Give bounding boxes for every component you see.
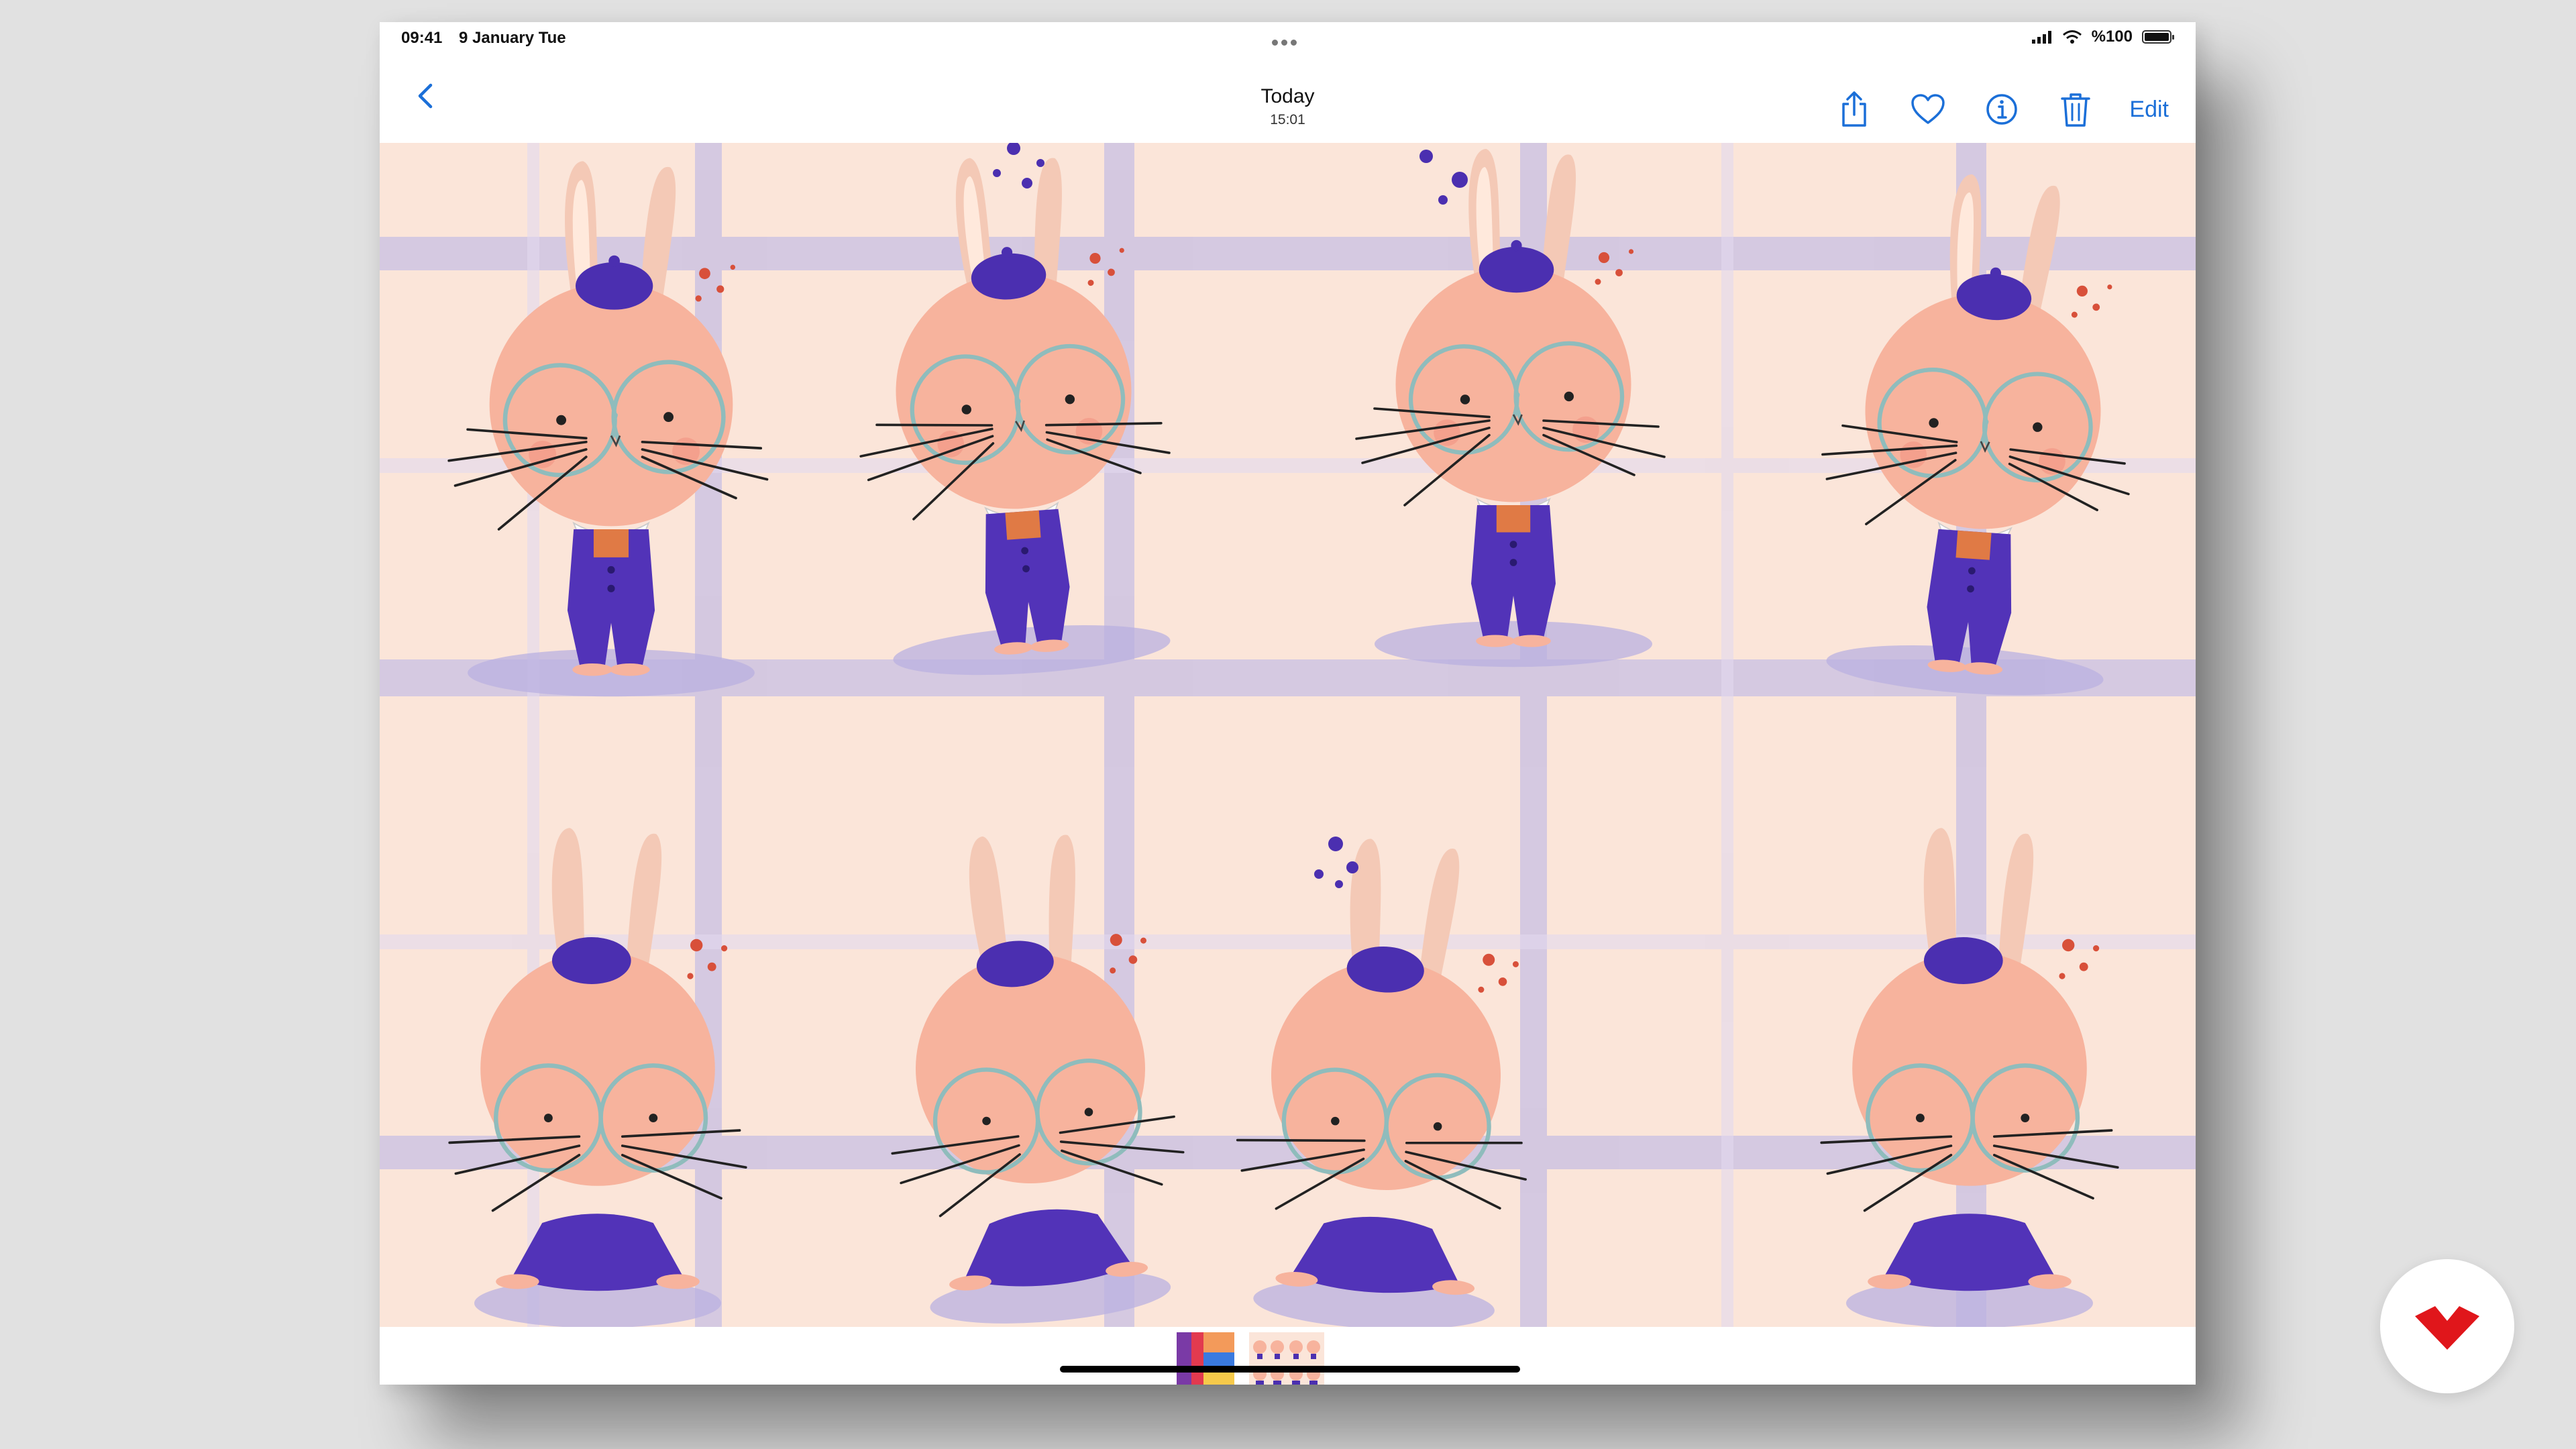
delete-button[interactable] <box>2055 89 2096 129</box>
share-button[interactable] <box>1834 89 1874 129</box>
red-chevron-logo-icon <box>2415 1306 2479 1350</box>
battery-percentage: %100 <box>2091 28 2133 46</box>
status-time: 09:41 <box>401 29 443 47</box>
status-bar: 09:41 9 January Tue %100 <box>380 22 2196 54</box>
heart-icon <box>1911 94 1945 124</box>
status-indicators: %100 <box>2031 28 2174 46</box>
signal-icon <box>2031 31 2051 44</box>
battery-level-fill <box>2145 33 2169 41</box>
info-icon <box>1986 94 2018 125</box>
multitasking-dots-icon[interactable] <box>1272 32 1303 46</box>
home-indicator[interactable] <box>1060 1366 1520 1373</box>
info-button[interactable] <box>1982 89 2022 129</box>
channel-logo-badge <box>2380 1259 2514 1393</box>
thumbnail-colorful-artwork[interactable] <box>1177 1332 1234 1385</box>
thumbnail-bunny-sheet[interactable] <box>1249 1332 1324 1385</box>
favorite-button[interactable] <box>1908 89 1948 129</box>
photo-viewer-image[interactable] <box>380 142 2196 1327</box>
photo-navigation-bar: Today 15:01 Edit <box>380 54 2196 144</box>
status-date: 9 January Tue <box>459 29 566 47</box>
photo-actions: Edit <box>1834 89 2169 129</box>
edit-button[interactable]: Edit <box>2129 97 2169 123</box>
bunny-illustration <box>380 142 2196 1327</box>
thumbnail-image <box>1249 1332 1324 1385</box>
share-icon <box>1842 91 1867 127</box>
wifi-icon <box>2062 30 2082 44</box>
trash-icon <box>2061 93 2091 127</box>
thumbnail-strip <box>380 1327 2196 1385</box>
thumbnail-image <box>1177 1332 1234 1385</box>
tablet-screen: 09:41 9 January Tue %100 Today 15:01 Edi… <box>380 22 2196 1385</box>
battery-icon <box>2142 30 2174 44</box>
